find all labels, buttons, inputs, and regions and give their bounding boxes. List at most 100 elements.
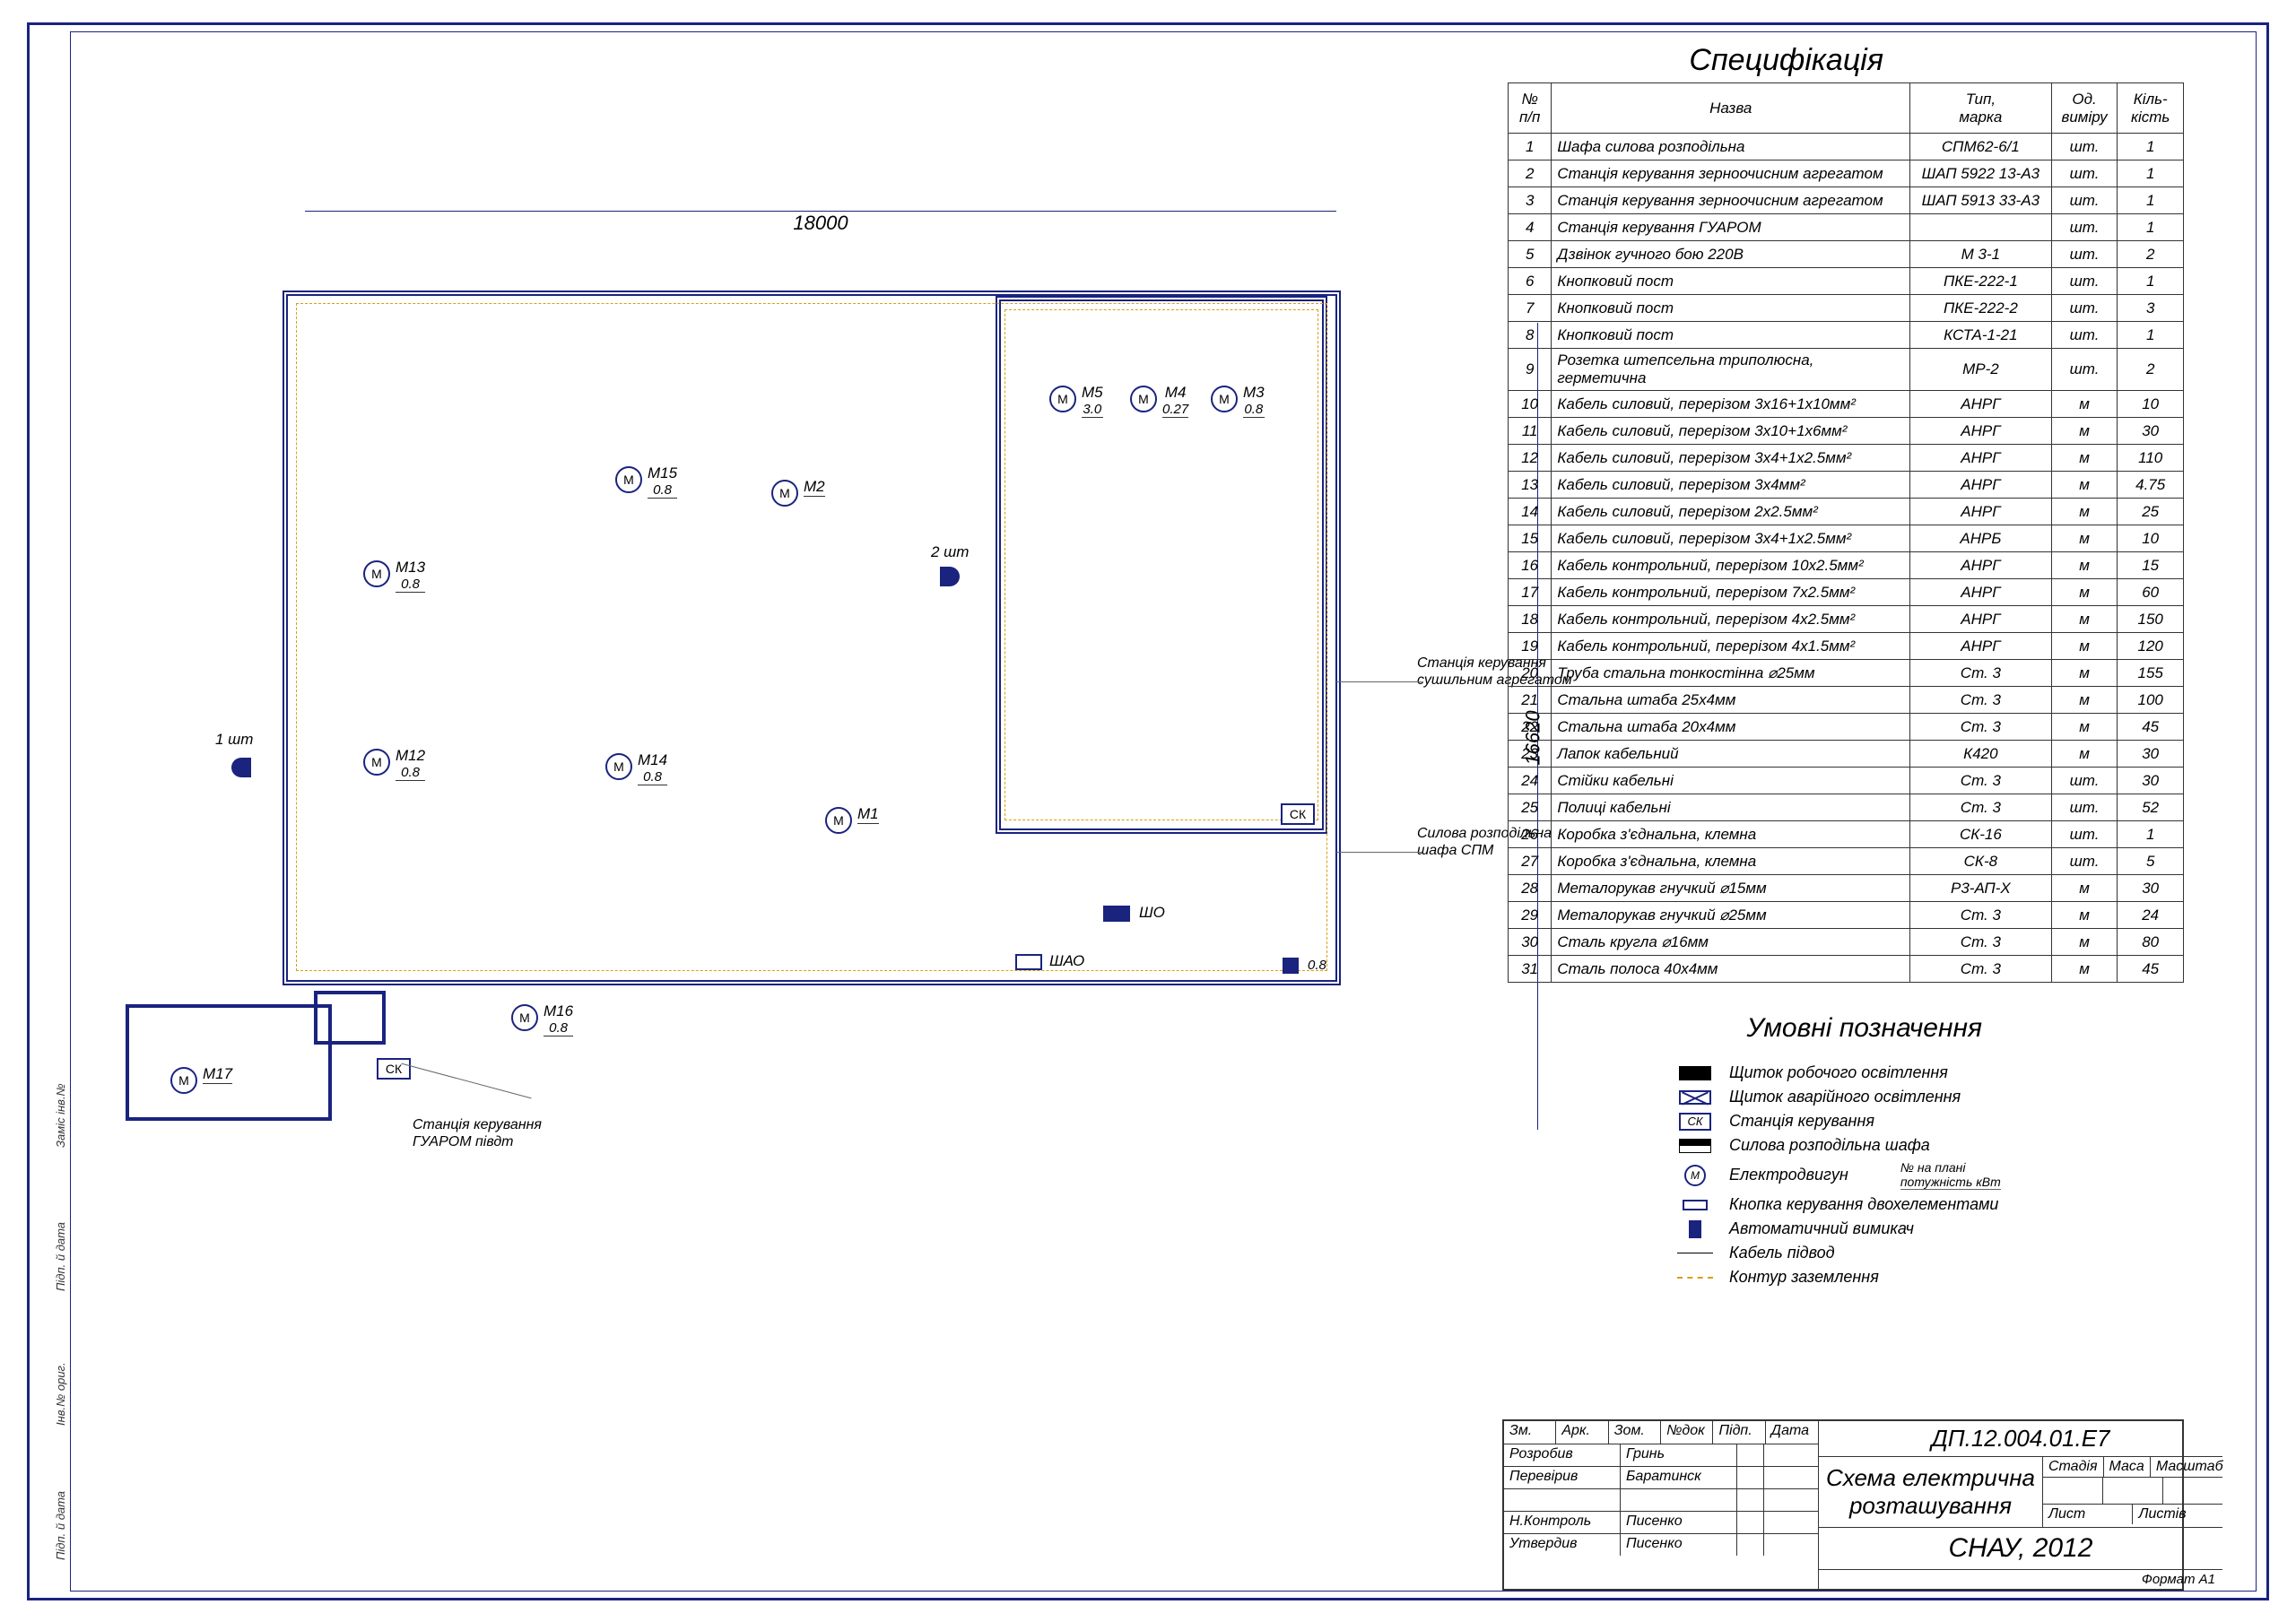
- col-unit: Од. виміру: [2051, 83, 2118, 134]
- side-tab: Заміс інв.№: [54, 1083, 67, 1148]
- motor-label: M40.27: [1162, 384, 1188, 418]
- motor-label: M30.8: [1243, 384, 1265, 418]
- table-row: 18Кабель контрольний, перерізом 4x2.5мм²…: [1509, 606, 2184, 633]
- table-row: 10Кабель силовий, перерізом 3x16+1x10мм²…: [1509, 391, 2184, 418]
- bell-label: 2 шт: [931, 543, 969, 561]
- table-row: 21Стальна штаба 25х4ммСт. 3м100: [1509, 687, 2184, 714]
- sho-panel: [1103, 906, 1130, 922]
- table-row: 8Кнопковий постКСТА-1-21шт.1: [1509, 322, 2184, 349]
- motor-symbol: [511, 1004, 538, 1031]
- bell-icon: [940, 567, 960, 586]
- spec-table: № п/п Назва Тип, марка Од. виміру Кіль- …: [1508, 82, 2184, 983]
- col-n: № п/п: [1509, 83, 1552, 134]
- legend-row: Кабель підвод: [1677, 1244, 2179, 1262]
- shao-label: ШАО: [1049, 952, 1084, 970]
- legend: Щиток робочого освітлення Щиток аварійног…: [1677, 1058, 2179, 1292]
- title-block: Зм.Арк.Зом.№докПідп.Дата РозробивГриньПе…: [1502, 1419, 2184, 1591]
- note-guarom: Станція керування ГУАРОМ півдт: [413, 1116, 542, 1150]
- format-label: Формат А1: [1819, 1569, 2222, 1589]
- table-row: 5Дзвінок гучного бою 220ВМ 3-1шт.2: [1509, 241, 2184, 268]
- sk-box: СК: [377, 1058, 411, 1080]
- sho-label: ШО: [1139, 904, 1165, 922]
- table-row: 17Кабель контрольний, перерізом 7x2.5мм²…: [1509, 579, 2184, 606]
- motor-label: M130.8: [396, 559, 425, 593]
- table-row: 19Кабель контрольний, перерізом 4x1.5мм²…: [1509, 633, 2184, 660]
- bell-icon: [231, 758, 251, 777]
- table-row: 15Кабель силовий, перерізом 3x4+1x2.5мм²…: [1509, 525, 2184, 552]
- motor-label: M1: [857, 805, 879, 824]
- spec-title: Специфікація: [1689, 43, 1883, 78]
- legend-row: Кнопка керування двохелементами: [1677, 1195, 2179, 1214]
- table-row: 6Кнопковий постПКЕ-222-1шт.1: [1509, 268, 2184, 295]
- motor-label: M150.8: [648, 464, 677, 499]
- table-row: 29Металорукав гнучкий ⌀25ммСт. 3м24: [1509, 902, 2184, 929]
- motor-symbol: [1130, 386, 1157, 412]
- motor-symbol: [1211, 386, 1238, 412]
- table-row: 20Труба стальна тонкостінна ⌀25ммСт. 3м1…: [1509, 660, 2184, 687]
- motor-symbol: [771, 480, 798, 507]
- table-row: 23Лапок кабельнийК420м30: [1509, 741, 2184, 768]
- leader-line: [401, 1063, 531, 1099]
- shao-panel: [1015, 954, 1042, 970]
- pwr-label: 0.8: [1308, 958, 1326, 973]
- table-row: 4Станція керування ГУАРОМшт.1: [1509, 214, 2184, 241]
- motor-symbol: [363, 749, 390, 776]
- motor-symbol: [1049, 386, 1076, 412]
- table-row: 2Станція керування зерноочисним агрегато…: [1509, 160, 2184, 187]
- table-row: 14Кабель силовий, перерізом 2x2.5мм²АНРГ…: [1509, 499, 2184, 525]
- legend-title: Умовні позначення: [1747, 1013, 1983, 1044]
- org-name: СНАУ, 2012: [1819, 1528, 2222, 1569]
- table-row: 13Кабель силовий, перерізом 3x4мм²АНРГм4…: [1509, 472, 2184, 499]
- table-row: 1Шафа силова розподільнаСПМ62-6/1шт.1: [1509, 134, 2184, 160]
- doc-number: ДП.12.004.01.Е7: [1819, 1421, 2222, 1457]
- table-row: 31Сталь полоса 40х4ммСт. 3м45: [1509, 956, 2184, 983]
- table-row: 12Кабель силовий, перерізом 3x4+1x2.5мм²…: [1509, 445, 2184, 472]
- table-row: 16Кабель контрольний, перерізом 10x2.5мм…: [1509, 552, 2184, 579]
- legend-row: Автоматичний вимикач: [1677, 1219, 2179, 1238]
- motor-label: M120.8: [396, 747, 425, 781]
- table-row: 25Полиці кабельніСт. 3шт.52: [1509, 794, 2184, 821]
- leader-line: [1336, 852, 1422, 853]
- floor-plan: 1 шт 2 шт M53.0 M40.27 M30.8 M150.8 M2 M130.8…: [81, 278, 1480, 1264]
- table-row: 11Кабель силовий, перерізом 3x10+1x6мм²А…: [1509, 418, 2184, 445]
- motor-symbol: [363, 560, 390, 587]
- table-row: 22Стальна штаба 20х4ммСт. 3м45: [1509, 714, 2184, 741]
- motor-label: M2: [804, 478, 825, 497]
- motor-label: M140.8: [638, 751, 667, 785]
- motor-symbol: [170, 1067, 197, 1094]
- leader-line: [1336, 681, 1422, 682]
- motor-label: M160.8: [544, 1002, 573, 1037]
- table-row: 7Кнопковий постПКЕ-222-2шт.3: [1509, 295, 2184, 322]
- legend-row: Контур заземлення: [1677, 1268, 2179, 1287]
- doc-title: Схема електрична розташування: [1819, 1457, 2043, 1527]
- bell-label: 1 шт: [215, 731, 253, 749]
- table-row: 30Сталь кругла ⌀16ммСт. 3м80: [1509, 929, 2184, 956]
- sk-box: СК: [1281, 803, 1315, 825]
- annex-room: [126, 1004, 332, 1121]
- side-tab: Підп. й дата: [54, 1491, 67, 1560]
- col-qty: Кіль- кість: [2118, 83, 2184, 134]
- motor-symbol: [825, 807, 852, 834]
- motor-label: M17: [203, 1065, 232, 1084]
- drawing-area: 18000 16620 1 шт 2 шт M53.0M40.27M30.8M1…: [81, 251, 1498, 1399]
- col-name: Назва: [1552, 83, 1910, 134]
- legend-row: Щиток робочого освітлення: [1677, 1063, 2179, 1082]
- vestibule: [314, 991, 386, 1045]
- col-type: Тип, марка: [1910, 83, 2052, 134]
- motor-label: M53.0: [1082, 384, 1103, 418]
- dimension-width: 18000: [305, 211, 1336, 235]
- inner-room: [996, 296, 1327, 834]
- table-row: 28Металорукав гнучкий ⌀15ммР3-АП-Хм30: [1509, 875, 2184, 902]
- legend-row: Щиток аварійного освітлення: [1677, 1088, 2179, 1106]
- table-row: 26Коробка з'єднальна, клемнаСК-16шт.1: [1509, 821, 2184, 848]
- motor-symbol: [605, 753, 632, 780]
- table-row: 24Стійки кабельніСт. 3шт.30: [1509, 768, 2184, 794]
- side-tab: Інв.№ ориг.: [54, 1362, 67, 1426]
- motor-symbol: [615, 466, 642, 493]
- power-cabinet: [1283, 958, 1299, 974]
- legend-row: MЕлектродвигун№ на плані потужність кВт: [1677, 1160, 2179, 1190]
- legend-row: Силова розподільна шафа: [1677, 1136, 2179, 1155]
- legend-row: СКСтанція керування: [1677, 1112, 2179, 1131]
- table-row: 9Розетка штепсельна триполюсна, герметич…: [1509, 349, 2184, 391]
- table-row: 3Станція керування зерноочисним агрегато…: [1509, 187, 2184, 214]
